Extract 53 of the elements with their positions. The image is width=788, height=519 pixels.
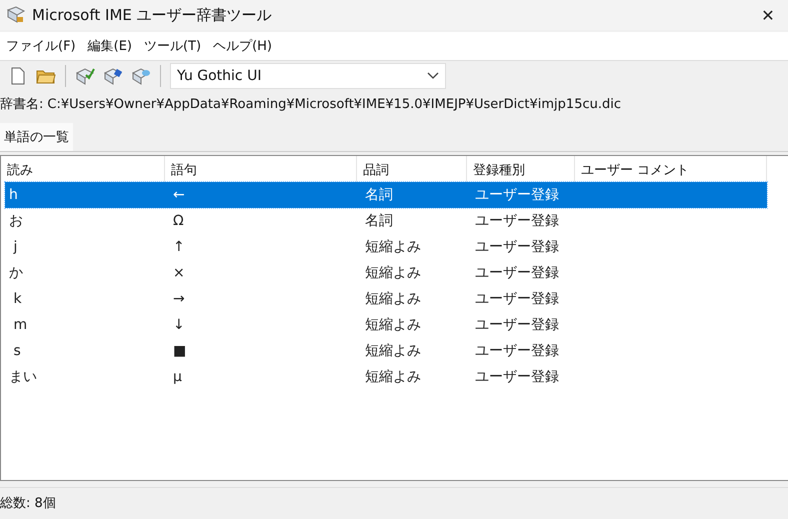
table-cell-text: か	[8, 264, 24, 282]
table-cell-text: j	[12, 239, 18, 255]
table-row[interactable]: j ↑ 短縮よみ ユーザー登録	[5, 234, 767, 260]
table-cell-text: k	[12, 291, 23, 307]
chevron-icon	[427, 72, 439, 80]
font-name: Yu Gothic UI	[177, 68, 262, 84]
table-cell-text: ユーザー登録	[474, 368, 560, 386]
table-cell-text: →	[172, 291, 186, 307]
table-cell-text: 短縮よみ	[364, 264, 422, 282]
table-row[interactable]: まい μ 短縮よみ ユーザー登録	[5, 364, 767, 390]
table-cell-text: m	[12, 317, 28, 333]
table-cell-text: 短縮よみ	[364, 342, 422, 360]
table-row[interactable]: k → 短縮よみ ユーザー登録	[5, 286, 767, 312]
table-cell-text: ユーザー登録	[474, 186, 560, 204]
table-cell-text: ■	[172, 343, 188, 359]
table-row[interactable]: m ↓ 短縮よみ ユーザー登録	[5, 312, 767, 338]
table-cell-text: ユーザー登録	[474, 342, 560, 360]
menu-item[interactable]: ヘルプ(H)	[211, 32, 280, 60]
table-cell-text: ユーザー登録	[474, 290, 560, 308]
table-cell-text: 短縮よみ	[364, 290, 422, 308]
table-cell-text: お	[8, 212, 24, 230]
menu-item[interactable]: 編集(E)	[86, 32, 140, 60]
table-cell-text: μ	[172, 369, 183, 385]
menu-item[interactable]: ファイル(F)	[4, 32, 84, 60]
table-cell-text: ユーザー登録	[474, 264, 560, 282]
dictionary-label: 辞書名:	[0, 96, 44, 113]
table-cell-text: ×	[172, 265, 186, 281]
table-row[interactable]: お Ω 名詞 ユーザー登録	[5, 208, 767, 234]
table-cell-text: h	[8, 187, 19, 203]
dictionary-path: C:¥Users¥Owner¥AppData¥Roaming¥Microsoft¥IME¥15.0¥IMEJP¥UserDict¥imjp15cu.dic	[47, 96, 621, 112]
status-text: 総数: 8個	[0, 495, 56, 512]
table-cell-text: Ω	[172, 213, 185, 229]
table-cell-text: ↓	[172, 317, 186, 333]
font-dropdown[interactable]: Yu Gothic UI	[170, 63, 446, 89]
table-cell-text: ←	[172, 187, 186, 203]
close-button[interactable]: ✕	[748, 0, 788, 30]
table-row[interactable]: h ← 名詞 ユーザー登録	[5, 182, 767, 208]
table-cell-text: ユーザー登録	[474, 238, 560, 256]
tab[interactable]: 単語の一覧	[0, 123, 73, 151]
table-row[interactable]: か × 短縮よみ ユーザー登録	[5, 260, 767, 286]
table-cell-text: 短縮よみ	[364, 316, 422, 334]
table-cell-text: まい	[8, 368, 38, 386]
table-cell-text: 名詞	[364, 212, 394, 230]
table-cell-text: ↑	[172, 239, 186, 255]
table-cell-text: 短縮よみ	[364, 368, 422, 386]
table-row[interactable]: s ■ 短縮よみ ユーザー登録	[5, 338, 767, 364]
table-cell-text: ユーザー登録	[474, 316, 560, 334]
window-title: Microsoft IME ユーザー辞書ツール	[32, 6, 273, 24]
menu-item[interactable]: ツール(T)	[142, 32, 210, 60]
table-cell-text: ユーザー登録	[474, 212, 560, 230]
table-cell-text: s	[12, 343, 22, 359]
table-cell-text: 短縮よみ	[364, 238, 422, 256]
table-cell-text: 名詞	[364, 186, 394, 204]
